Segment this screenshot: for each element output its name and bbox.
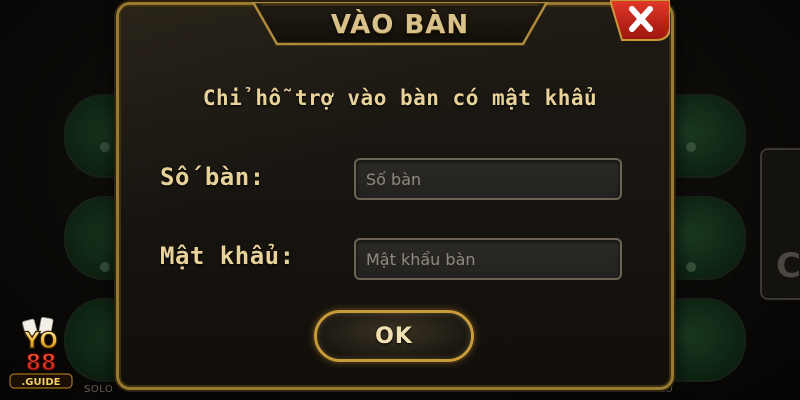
ok-button-label: OK bbox=[375, 323, 413, 349]
close-button[interactable] bbox=[610, 0, 670, 42]
bg-side-panel: C bbox=[760, 148, 800, 300]
bg-table-label: SOLO bbox=[84, 384, 114, 395]
logo-text-guide: .GUIDE bbox=[22, 377, 61, 388]
game-screen: SOLO SOLO C YO 88 .GUIDE bbox=[0, 0, 800, 400]
password-label: Mật khẩu: bbox=[160, 242, 295, 270]
bg-player-icon bbox=[686, 262, 696, 272]
password-input[interactable] bbox=[354, 238, 622, 280]
dialog-subtitle: Chỉ hỗ trợ vào bàn có mật khẩu bbox=[202, 86, 598, 110]
bg-player-icon bbox=[100, 142, 110, 152]
bg-player-icon bbox=[100, 262, 110, 272]
bg-side-char: C bbox=[776, 246, 800, 286]
logo-text-88: 88 bbox=[26, 351, 57, 376]
yo88-logo: YO 88 .GUIDE bbox=[9, 316, 73, 389]
bg-player-icon bbox=[686, 142, 696, 152]
table-number-input[interactable] bbox=[354, 158, 622, 200]
dialog-title: VÀO BÀN bbox=[330, 10, 470, 40]
ok-button[interactable]: OK bbox=[314, 310, 474, 362]
table-number-label: Số bàn: bbox=[160, 163, 265, 191]
